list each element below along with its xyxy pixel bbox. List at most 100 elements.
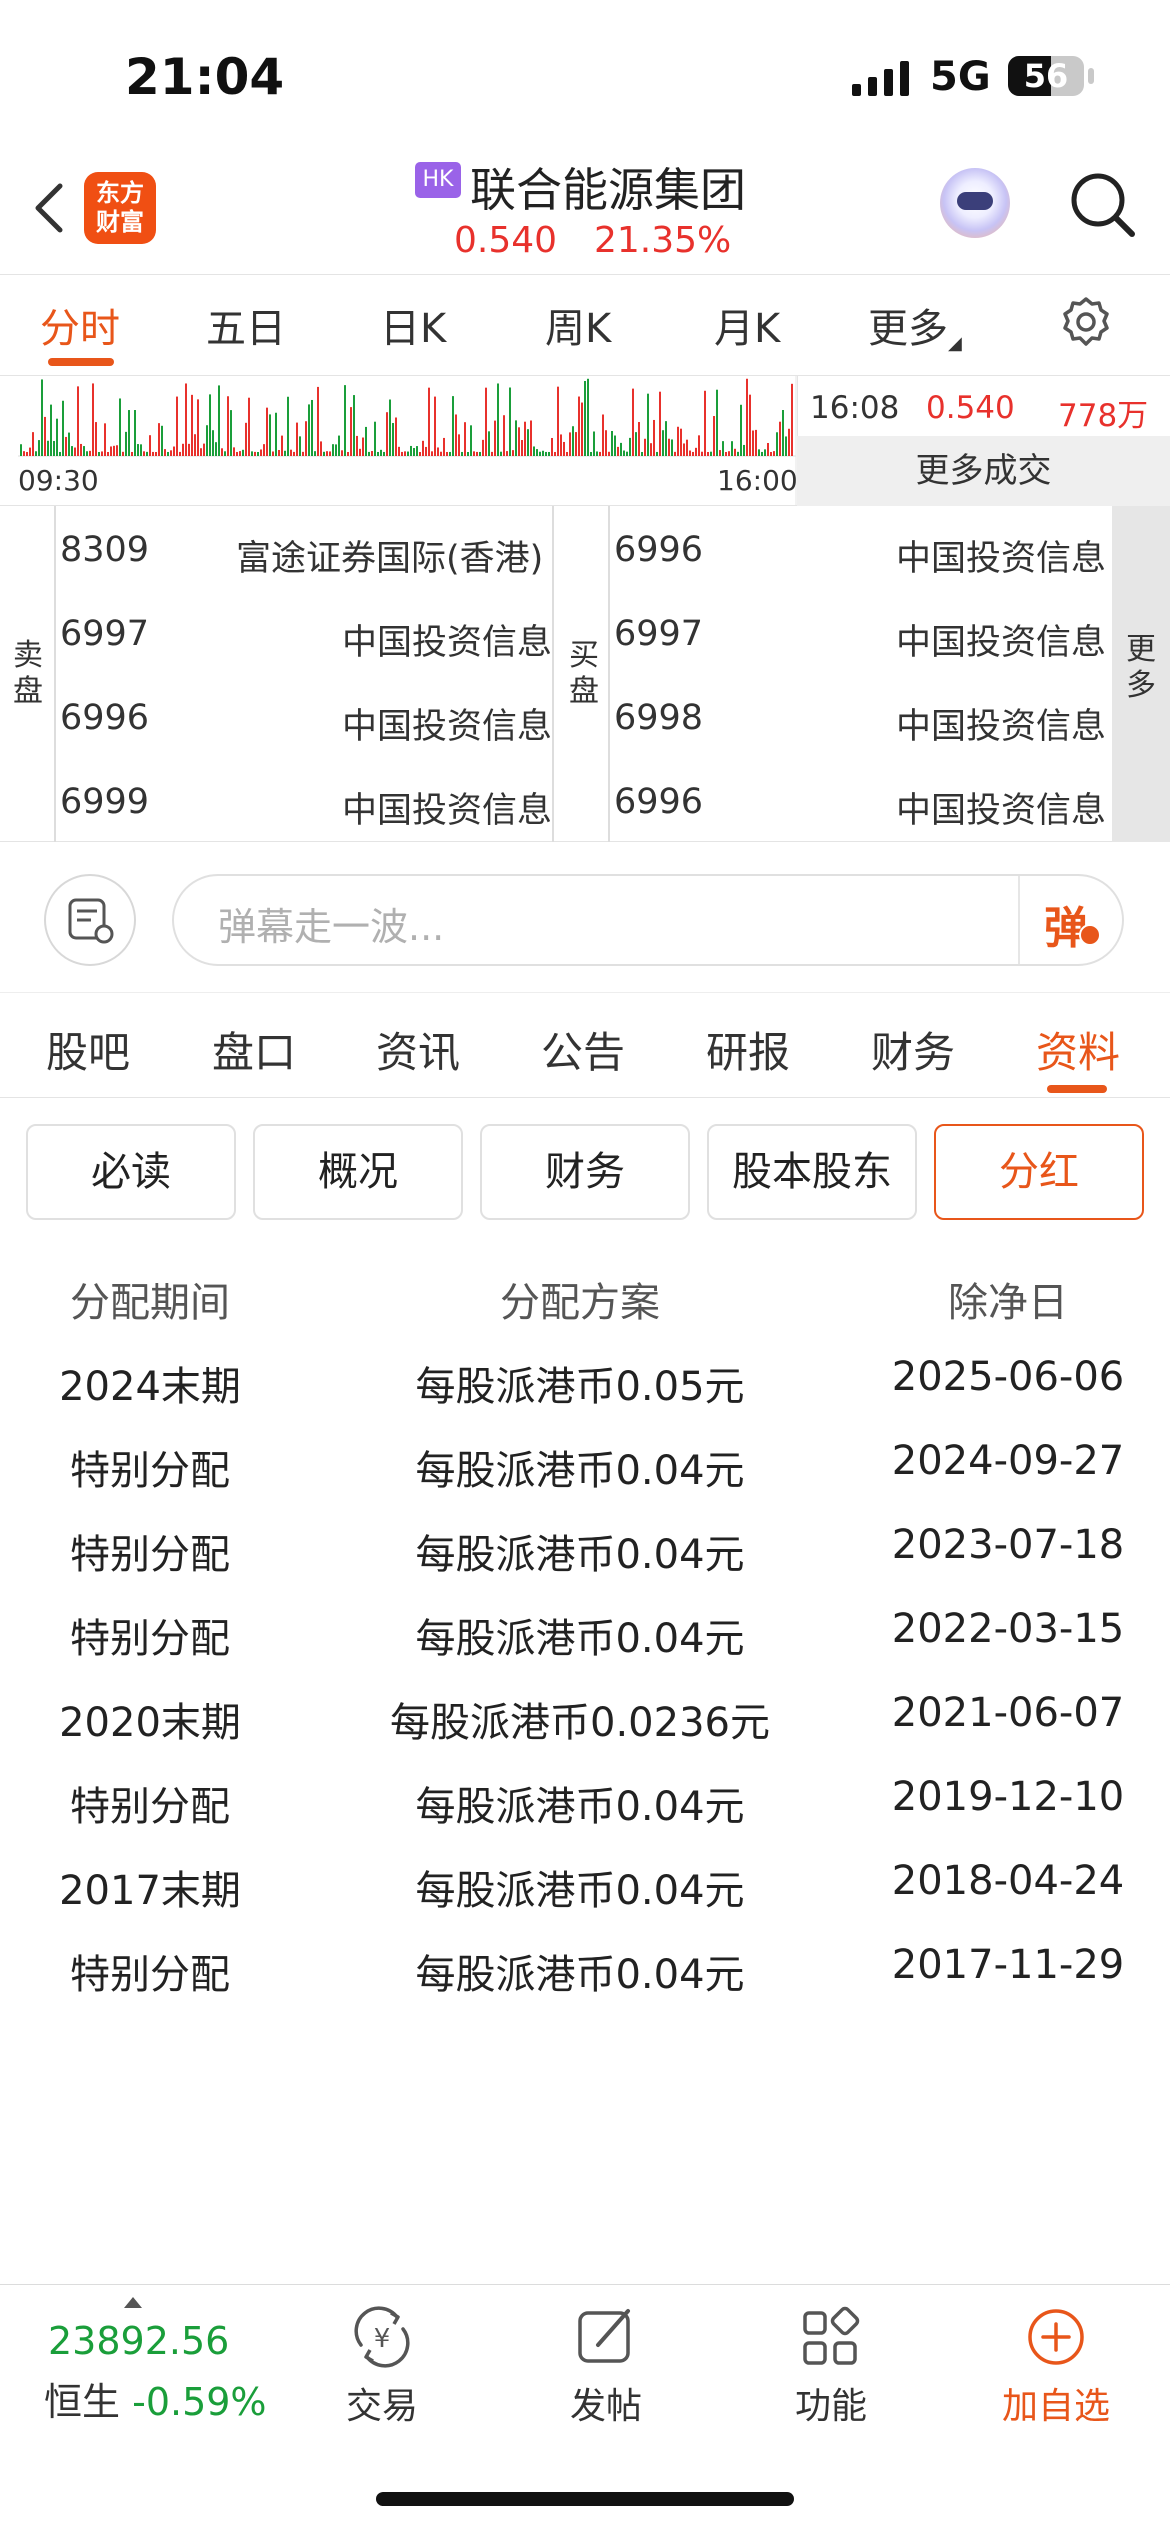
tab-guba[interactable]: 股吧 [46,1019,130,1080]
subtab-shareholders[interactable]: 股本股东 [707,1124,917,1220]
volume-bars-chart[interactable] [0,376,797,506]
volume-bar [587,378,589,456]
stock-name[interactable]: 联合能源集团 [470,154,746,220]
tab-announcements[interactable]: 公告 [541,1019,625,1080]
volume-bar [44,416,46,456]
battery-level: 56 [1023,57,1069,95]
robot-avatar-icon[interactable] [940,168,1010,238]
tab-weekly-k[interactable]: 周K [545,296,611,354]
volume-bar [314,451,316,456]
sell-broker-name[interactable]: 中国投资信息 [342,614,552,665]
index-name: 恒生 [44,2380,121,2424]
buy-broker-name[interactable]: 中国投资信息 [896,614,1106,665]
subtab-dividends[interactable]: 分红 [934,1124,1144,1220]
volume-bar [26,451,28,456]
trade-button[interactable]: ¥ 交易 [322,2305,442,2429]
tab-finance[interactable]: 财务 [871,1019,955,1080]
tab-order-book[interactable]: 盘口 [212,1019,296,1080]
danmaku-send-button[interactable]: 弹 [1044,892,1088,956]
functions-button[interactable]: 功能 [771,2305,891,2429]
volume-bar [455,414,457,456]
volume-bar [725,451,727,456]
volume-bar [671,439,673,456]
buy-label-2: 盘 [569,674,599,709]
dividend-ex-date: 2023-07-18 [891,1522,1125,1568]
sell-broker-name[interactable]: 中国投资信息 [342,782,552,833]
volume-bar [542,450,544,456]
buy-broker-name[interactable]: 中国投资信息 [896,782,1106,833]
dividend-ex-date: 2022-03-15 [891,1606,1125,1652]
volume-bar [449,451,451,456]
volume-bar [788,428,790,456]
more-label-2: 多 [1126,668,1156,703]
volume-bar [650,443,652,456]
volume-bar [20,444,22,456]
search-icon[interactable] [1068,170,1138,240]
column-header-ex-date: 除净日 [948,1280,1068,1326]
back-icon[interactable] [26,178,76,238]
buy-label-1: 买 [569,638,599,673]
buy-broker-name[interactable]: 中国投资信息 [896,698,1106,749]
volume-bar [263,444,265,456]
volume-bar [695,447,697,456]
danmaku-input[interactable]: 弹幕走一波... 弹 [172,874,1124,966]
danmaku-settings-icon[interactable] [44,874,136,966]
buy-broker-code: 6997 [614,614,704,654]
edit-post-icon [578,2309,630,2363]
yen-exchange-icon: ¥ [354,2306,410,2368]
volume-bar [470,425,472,456]
divider [1018,876,1020,964]
dividend-plan: 每股派港币0.04元 [415,1616,745,1662]
dividend-period: 2020末期 [59,1700,241,1746]
volume-bar [47,440,49,456]
volume-bar [713,416,715,456]
buy-broker-name[interactable]: 中国投资信息 [896,530,1106,581]
volume-bar [278,449,280,456]
volume-bar [683,443,685,456]
volume-bar [77,386,79,456]
add-watchlist-button[interactable]: 加自选 [996,2305,1116,2429]
status-bar: 21:04 5G 56 [0,0,1170,150]
volume-bar [89,450,91,456]
volume-bar [560,434,562,456]
app-logo[interactable]: 东方 财富 [84,172,156,244]
sell-broker-name[interactable]: 中国投资信息 [342,698,552,749]
post-label: 发帖 [569,2386,642,2427]
dividend-plan: 每股派港币0.04元 [415,1868,745,1914]
volume-bar [230,410,232,456]
volume-bar [227,396,229,456]
tab-research[interactable]: 研报 [706,1019,790,1080]
tab-more[interactable]: 更多◢ [868,296,962,354]
sell-broker-name[interactable]: 富途证券国际(香港) [236,530,543,581]
volume-bar [668,438,670,456]
subtab-must-read[interactable]: 必读 [26,1124,236,1220]
last-trade-volume: 778万 [1058,398,1149,434]
more-trades-button[interactable]: 更多成交 [797,436,1170,506]
sell-broker-code: 6999 [60,782,150,822]
tab-profile[interactable]: 资料 [1036,1019,1120,1080]
tab-monthly-k[interactable]: 月K [714,296,780,354]
volume-bar [458,434,460,456]
last-trade-price: 0.540 [926,390,1015,426]
volume-bar [494,420,496,456]
volume-bar [53,440,55,456]
volume-bar [416,446,418,456]
volume-bar [242,449,244,456]
volume-bar [632,388,634,456]
tab-five-day[interactable]: 五日 [206,296,286,354]
broker-more-button[interactable]: 更 多 [1112,506,1170,842]
volume-bar [728,451,730,456]
tab-news[interactable]: 资讯 [376,1019,460,1080]
subtab-overview[interactable]: 概况 [253,1124,463,1220]
volume-bar [392,423,394,456]
volume-bar [149,435,151,456]
volume-bar [575,432,577,456]
home-indicator[interactable] [376,2492,794,2506]
post-button[interactable]: 发帖 [546,2305,666,2429]
subtab-finance[interactable]: 财务 [480,1124,690,1220]
tab-daily-k[interactable]: 日K [380,296,446,354]
tab-intraday[interactable]: 分时 [40,296,120,354]
volume-bar [596,451,598,456]
dividend-period: 特别分配 [70,1448,230,1494]
gear-icon[interactable] [1060,296,1112,348]
